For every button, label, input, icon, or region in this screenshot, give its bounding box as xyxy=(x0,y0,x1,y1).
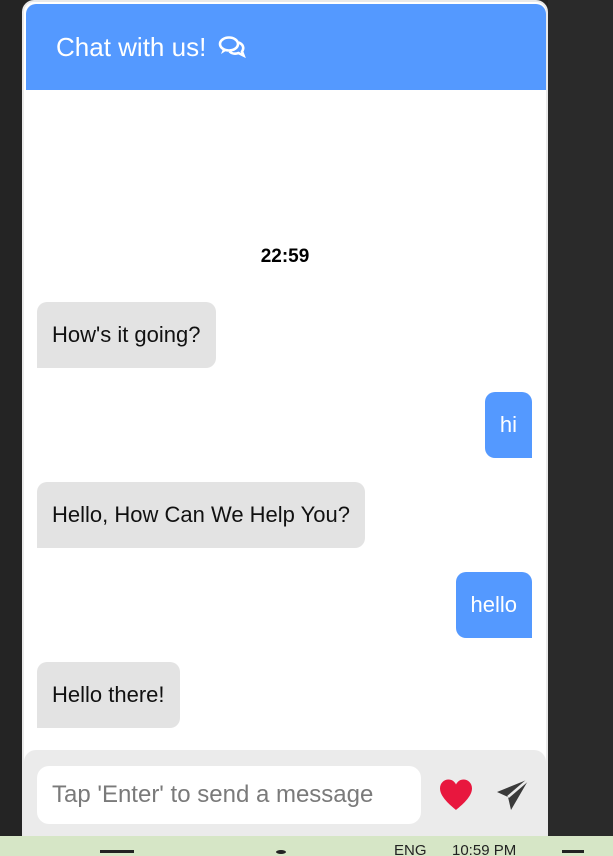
send-icon[interactable] xyxy=(494,776,532,814)
background-panel xyxy=(548,0,613,836)
user-message: hi xyxy=(484,392,532,458)
user-message: hello xyxy=(455,572,532,638)
bot-message: Hello, How Can We Help You? xyxy=(37,482,365,548)
language-indicator[interactable]: ENG xyxy=(394,842,427,856)
message-composer xyxy=(24,750,546,836)
system-clock[interactable]: 10:59 PM xyxy=(452,842,516,856)
chat-window: Chat with us! 22:59 How's it going? hi H… xyxy=(22,0,548,838)
chat-header: Chat with us! xyxy=(26,4,546,90)
os-taskbar: ENG 10:59 PM xyxy=(0,836,613,856)
bot-message: Hello there! xyxy=(37,662,180,728)
conversation-timestamp: 22:59 xyxy=(260,246,310,267)
bot-message: How's it going? xyxy=(37,302,216,368)
message-list: 22:59 How's it going? hi Hello, How Can … xyxy=(24,90,546,750)
message-input[interactable] xyxy=(37,766,421,824)
taskbar-app-icon[interactable] xyxy=(100,850,134,853)
chat-title: Chat with us! xyxy=(56,32,207,62)
heart-icon[interactable] xyxy=(438,778,474,812)
notification-icon[interactable] xyxy=(562,850,584,853)
chat-bubbles-icon xyxy=(218,35,247,59)
taskbar-app-icon[interactable] xyxy=(276,850,286,854)
